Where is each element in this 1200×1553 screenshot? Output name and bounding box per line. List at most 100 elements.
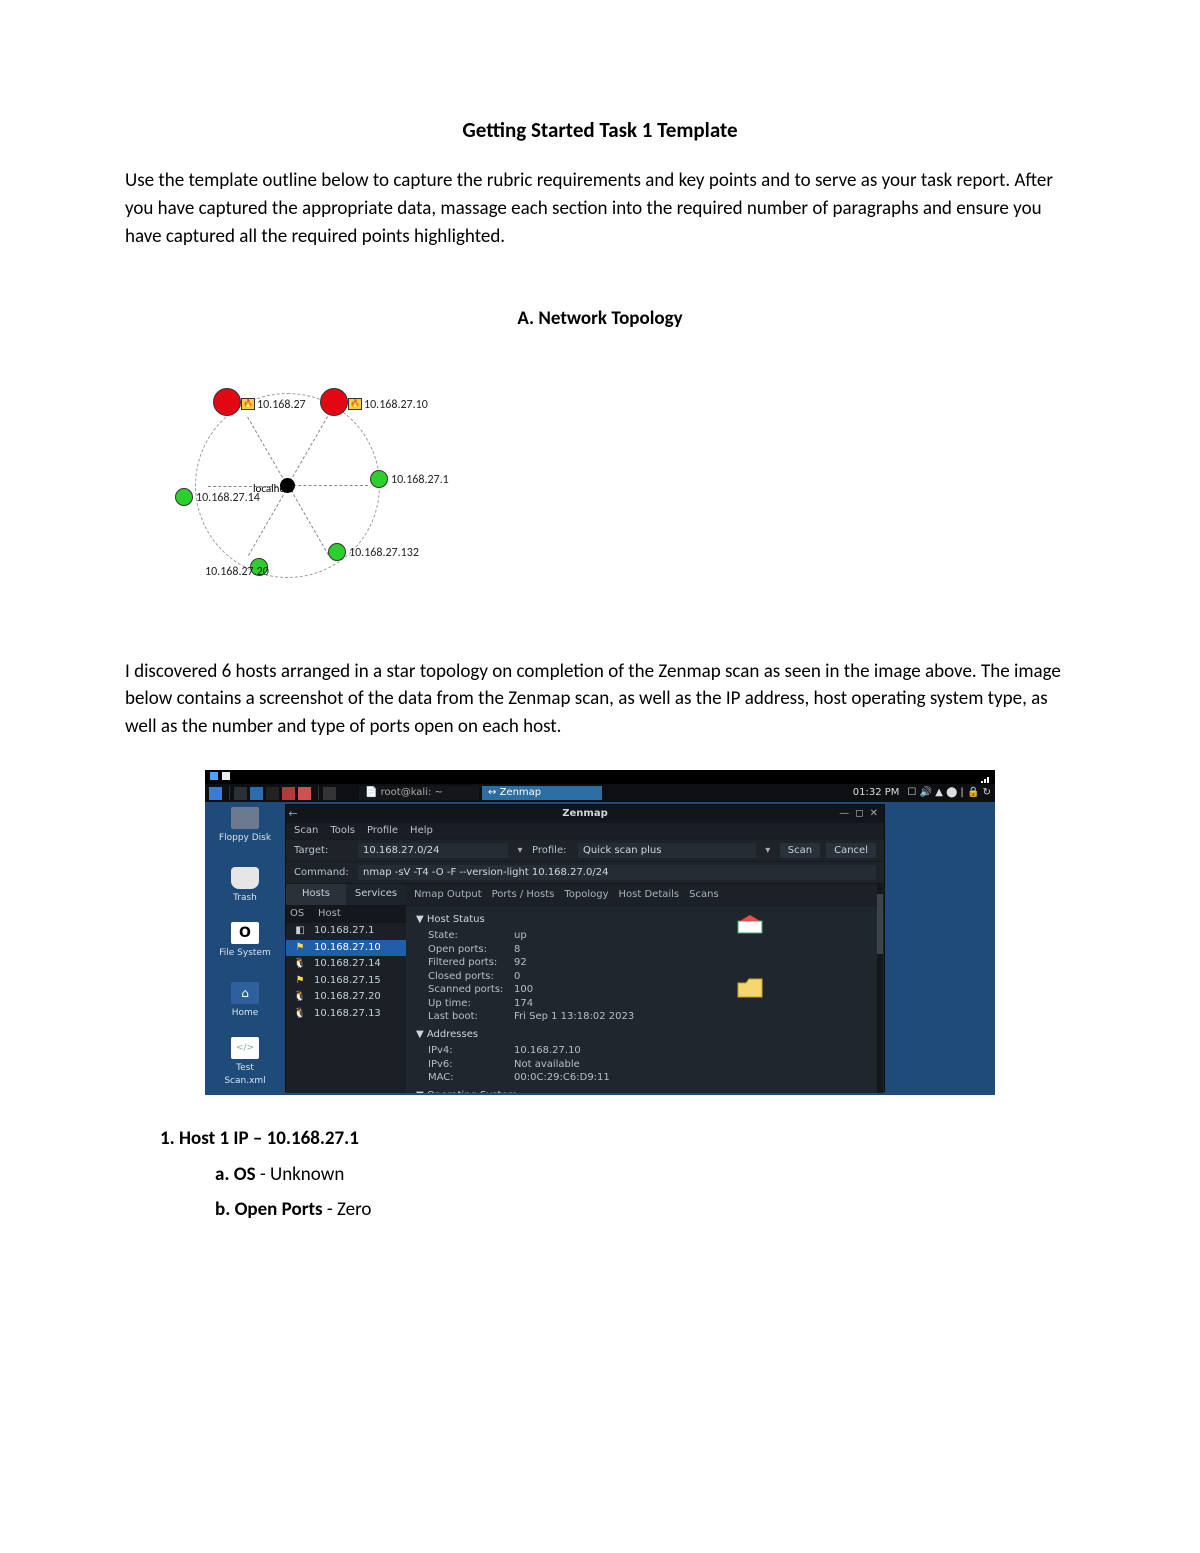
os-icon: ⚑ (286, 941, 314, 956)
icon-trash[interactable]: Trash (215, 867, 275, 905)
menubar[interactable]: Scan Tools Profile Help (286, 823, 884, 839)
desktop-topbar (205, 770, 995, 784)
back-icon[interactable]: ← (286, 806, 300, 822)
menu-help[interactable]: Help (410, 824, 433, 839)
node-green-4 (328, 543, 346, 561)
menu-tools[interactable]: Tools (330, 824, 355, 839)
app-icon[interactable] (209, 787, 222, 800)
zenmap-window: ← Zenmap — ◻ ✕ Scan Tools Profile Help T… (285, 804, 885, 1092)
minimize-icon[interactable]: — (839, 807, 849, 822)
menu-profile[interactable]: Profile (367, 824, 398, 839)
hosts-toggle[interactable]: Hosts (286, 884, 346, 905)
addresses-section[interactable]: ▼ Addresses (416, 1028, 874, 1043)
os-icon: ◧ (286, 924, 314, 939)
tab-hostdetails[interactable]: Host Details (619, 888, 680, 903)
zenmap-screenshot: 📄 root@kali: ~ ↔ Zenmap 01:32 PM ☐ 🔊 ▲ ⬤… (205, 770, 995, 1095)
os-icon: ⚑ (286, 974, 314, 989)
icon-home[interactable]: ⌂ Home (215, 982, 275, 1020)
maximize-icon[interactable]: ◻ (855, 807, 863, 822)
command-label: Command: (294, 866, 352, 881)
systray-icons[interactable]: ☐ 🔊 ▲ ⬤ | 🔒 ↻ (907, 786, 991, 801)
divider (229, 786, 230, 800)
node-label: 10.168.27 (257, 397, 306, 414)
window-title: Zenmap (562, 807, 607, 822)
node-label: 10.168.27.14 (196, 490, 260, 507)
host-row[interactable]: 🐧10.168.27.14 (286, 956, 406, 973)
workspace-icon[interactable] (234, 787, 247, 800)
profile-label: Profile: (532, 844, 572, 859)
tab-ports[interactable]: Ports / Hosts (492, 888, 555, 903)
intro-paragraph: Use the template outline below to captur… (125, 167, 1075, 250)
section-a-heading: A. Network Topology (125, 305, 1075, 333)
host-row[interactable]: 🐧10.168.27.20 (286, 989, 406, 1006)
os-icon: 🐧 (286, 990, 314, 1005)
firewall-badge-icon: 🔥 (348, 398, 362, 410)
workspace-icon[interactable] (298, 787, 311, 800)
status-graphic-icon (736, 913, 764, 935)
workspace-icon[interactable] (266, 787, 279, 800)
workspace-icon[interactable] (250, 787, 263, 800)
taskbar[interactable]: 📄 root@kali: ~ ↔ Zenmap 01:32 PM ☐ 🔊 ▲ ⬤… (205, 784, 995, 802)
tab-scans[interactable]: Scans (689, 888, 719, 903)
host-row[interactable]: 🐧10.168.27.13 (286, 1006, 406, 1023)
topology-paragraph: I discovered 6 hosts arranged in a star … (125, 658, 1075, 741)
node-green-6 (175, 488, 193, 506)
os-section[interactable]: ▼ Operating System (416, 1089, 874, 1094)
node-green-3 (370, 470, 388, 488)
top-icon (210, 772, 218, 780)
os-icon: 🐧 (286, 957, 314, 972)
dropdown-icon[interactable]: ▾ (514, 844, 526, 859)
host-1-os: a. OS - Unknown (215, 1161, 1075, 1189)
node-label: 10.168.27.132 (349, 545, 419, 562)
firewall-badge-icon: 🔥 (241, 398, 255, 410)
window-titlebar[interactable]: ← Zenmap — ◻ ✕ (286, 805, 884, 823)
app-launcher-icon[interactable] (323, 787, 336, 800)
scrollbar-thumb[interactable] (877, 894, 883, 954)
scrollbar[interactable] (877, 884, 883, 1093)
col-host[interactable]: Host (314, 905, 406, 924)
target-label: Target: (294, 844, 352, 859)
tab-output[interactable]: Nmap Output (414, 888, 482, 903)
icon-floppy[interactable]: Floppy Disk (215, 807, 275, 845)
command-row: Command: nmap -sV -T4 -O -F --version-li… (286, 861, 884, 883)
close-icon[interactable]: ✕ (870, 807, 878, 822)
host-list: 1. Host 1 IP – 10.168.27.1 a. OS - Unkno… (160, 1125, 1075, 1224)
divider (318, 786, 319, 800)
host-row[interactable]: ⚑10.168.27.15 (286, 973, 406, 990)
icon-testscan[interactable]: </> Test Scan.xml (215, 1037, 275, 1088)
dropdown-icon[interactable]: ▾ (762, 844, 774, 859)
target-input[interactable]: 10.168.27.0/24 (358, 843, 508, 858)
menu-scan[interactable]: Scan (294, 824, 318, 839)
host-row[interactable]: ◧10.168.27.1 (286, 923, 406, 940)
node-label: 10.168.27.20 (205, 564, 269, 581)
details-panel: Nmap Output Ports / Hosts Topology Host … (406, 884, 884, 1093)
target-row: Target: 10.168.27.0/24 ▾ Profile: Quick … (286, 839, 884, 861)
node-red-2 (320, 388, 348, 416)
topology-diagram: localhost 🔥 10.168.27 🔥 10.168.27.10 10.… (145, 388, 435, 583)
task-terminal[interactable]: 📄 root@kali: ~ (359, 786, 479, 800)
scan-button[interactable]: Scan (780, 843, 820, 858)
clock: 01:32 PM (853, 786, 900, 801)
profile-input[interactable]: Quick scan plus (578, 843, 756, 858)
signal-icon (981, 772, 991, 780)
host-1-line: 1. Host 1 IP – 10.168.27.1 (160, 1125, 1075, 1153)
tab-topology[interactable]: Topology (564, 888, 608, 903)
hosts-panel: Hosts Services OS Host ◧10.168.27.1 ⚑10.… (286, 884, 406, 1093)
icon-filesystem[interactable]: O File System (215, 922, 275, 960)
workspace-icon[interactable] (282, 787, 295, 800)
doc-title: Getting Started Task 1 Template (125, 115, 1075, 145)
host-row[interactable]: ⚑10.168.27.10 (286, 940, 406, 957)
node-label: 10.168.27.1 (391, 472, 449, 489)
services-toggle[interactable]: Services (346, 884, 406, 905)
spoke (288, 485, 368, 486)
host-status-section[interactable]: ▼ Host Status (416, 913, 874, 928)
node-red-1 (213, 388, 241, 416)
folder-icon (736, 977, 764, 999)
cancel-button[interactable]: Cancel (826, 843, 876, 858)
task-zenmap[interactable]: ↔ Zenmap (482, 786, 602, 800)
top-icon (222, 772, 230, 780)
command-input[interactable]: nmap -sV -T4 -O -F --version-light 10.16… (358, 865, 876, 880)
host-1-ports: b. Open Ports - Zero (215, 1196, 1075, 1224)
node-label: 10.168.27.10 (364, 397, 428, 414)
col-os[interactable]: OS (286, 905, 314, 924)
